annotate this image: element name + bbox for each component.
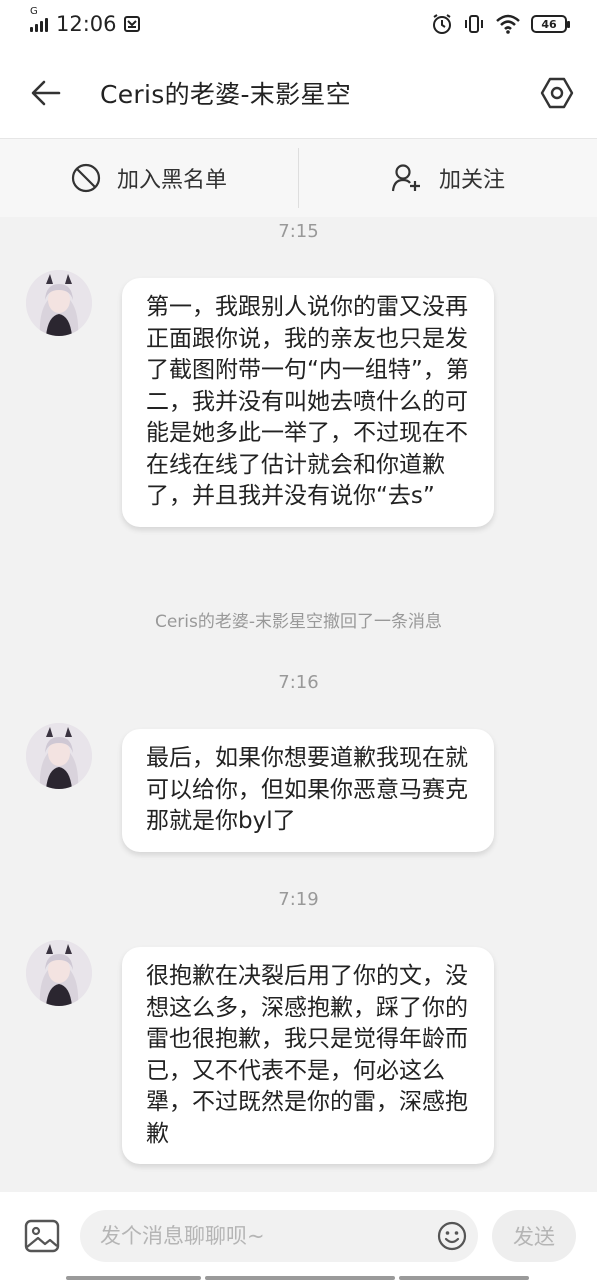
sim-label: G <box>30 6 38 17</box>
status-right: 46 <box>431 13 570 35</box>
message-time: 7:19 <box>278 889 319 910</box>
avatar[interactable] <box>26 723 92 789</box>
message-input-wrap <box>80 1210 478 1262</box>
back-button[interactable] <box>16 63 76 123</box>
status-time: 12:06 <box>56 12 117 36</box>
block-button[interactable]: 加入黑名单 <box>0 139 298 217</box>
message-time: 7:15 <box>278 221 319 242</box>
wifi-icon <box>496 14 520 34</box>
avatar[interactable] <box>26 270 92 336</box>
status-bar: G 12:06 46 <box>0 0 597 48</box>
battery-icon: 46 <box>531 15 570 33</box>
avatar-image <box>26 723 92 789</box>
message-bubble[interactable]: 第一，我跟别人说你的雷又没再正面跟你说，我的亲友也只是发了截图附带一句“内一组特… <box>122 278 494 527</box>
image-button[interactable] <box>22 1216 62 1256</box>
chat-header: Ceris的老婆-末影星空 <box>0 48 597 139</box>
message-input[interactable] <box>100 1224 436 1248</box>
block-icon <box>71 163 101 193</box>
follow-button[interactable]: 加关注 <box>299 139 597 217</box>
signal-icon: G <box>30 6 48 32</box>
status-left: G 12:06 <box>30 6 141 36</box>
image-icon <box>24 1219 60 1253</box>
settings-button[interactable] <box>537 73 577 113</box>
nav-indicator <box>66 1276 201 1280</box>
nav-indicator <box>399 1276 529 1280</box>
notification-icon <box>123 16 140 32</box>
back-arrow-icon <box>31 80 61 106</box>
follow-label: 加关注 <box>438 168 505 193</box>
avatar-image <box>26 940 92 1006</box>
message-bubble[interactable]: 最后，如果你想要道歉我现在就可以给你，但如果你恶意马赛克那就是你byl了 <box>122 729 494 852</box>
avatar[interactable] <box>26 940 92 1006</box>
chat-title: Ceris的老婆-末影星空 <box>100 80 352 109</box>
message-time: 7:16 <box>278 672 319 693</box>
vibrate-icon <box>465 15 483 33</box>
avatar-image <box>26 270 92 336</box>
emoji-icon <box>437 1221 467 1251</box>
message-bubble[interactable]: 很抱歉在决裂后用了你的文，没想这么多，深感抱歉，踩了你的雷也很抱歉，我只是觉得年… <box>122 947 494 1164</box>
alarm-icon <box>433 14 451 34</box>
block-label: 加入黑名单 <box>116 168 227 193</box>
battery-level: 46 <box>541 17 557 31</box>
recall-notice: Ceris的老婆-末影星空撤回了一条消息 <box>154 612 443 632</box>
add-user-icon <box>391 164 420 192</box>
action-bar: 加入黑名单 加关注 <box>0 139 597 217</box>
emoji-button[interactable] <box>436 1220 468 1252</box>
input-bar: 发送 <box>0 1192 597 1280</box>
nav-indicator <box>205 1276 395 1280</box>
chat-area[interactable]: 7:15 第一，我跟别人说你的雷又没再正面跟你说，我的亲友也只是发了截图附带一句… <box>0 217 597 1192</box>
hexagon-settings-icon <box>540 77 574 109</box>
send-button[interactable]: 发送 <box>492 1210 576 1262</box>
